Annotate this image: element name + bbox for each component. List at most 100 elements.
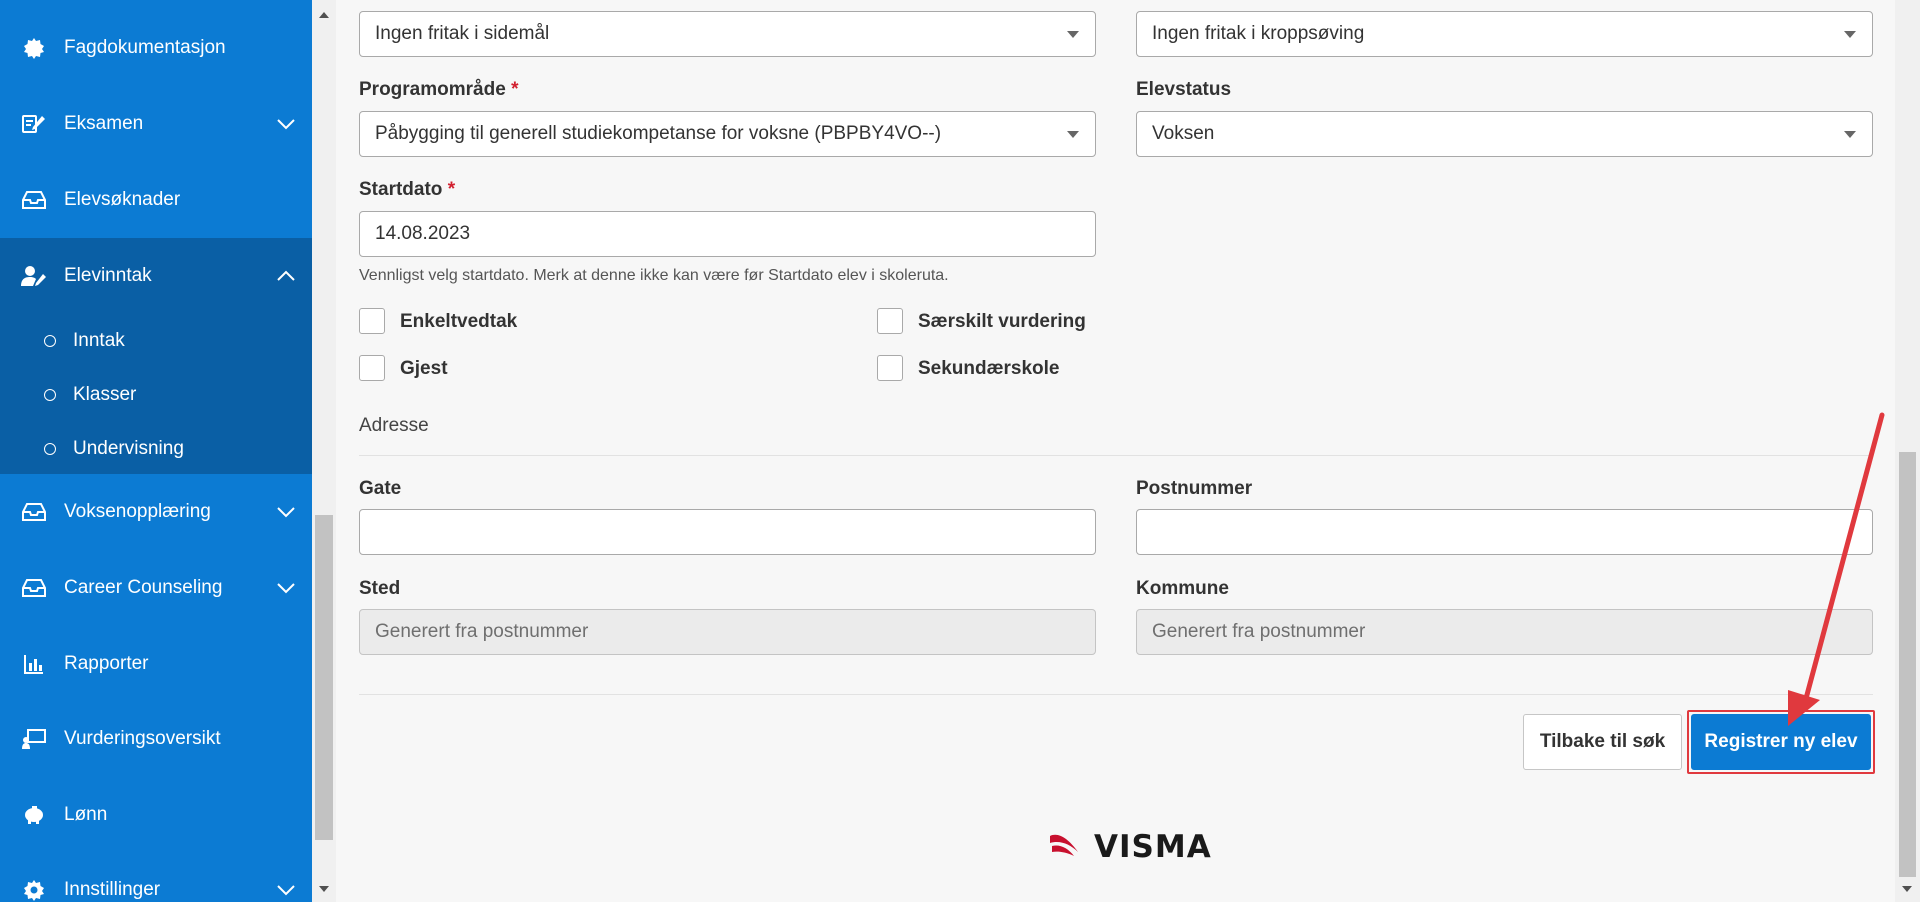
sidebar-subitem-klasser[interactable]: Klasser: [0, 368, 312, 422]
sekundaerskole-checkbox[interactable]: [877, 355, 903, 381]
sidebar: Fagdokumentasjon Eksamen Elevsøknader El…: [0, 0, 312, 902]
presentation-icon: [21, 726, 47, 752]
gate-input[interactable]: [359, 509, 1096, 555]
caret-down-icon: [1844, 31, 1856, 38]
chevron-up-icon: [274, 264, 298, 288]
section-divider: [359, 455, 1873, 456]
select-value: Ingen fritak i kroppsøving: [1152, 23, 1365, 44]
sidebar-item-label: Eksamen: [64, 113, 144, 134]
adresse-section-title: Adresse: [359, 415, 429, 436]
gjest-label[interactable]: Gjest: [400, 358, 448, 380]
main-content: Ingen fritak i sidemål Ingen fritak i kr…: [336, 0, 1895, 902]
saerskilt-vurdering-checkbox[interactable]: [877, 308, 903, 334]
startdato-input[interactable]: 14.08.2023: [359, 211, 1096, 257]
sidebar-scrollbar-thumb[interactable]: [315, 515, 333, 840]
caret-down-icon: [1844, 131, 1856, 138]
visma-wordmark: VISMA: [1094, 829, 1212, 865]
sekundaerskole-label[interactable]: Sekundærskole: [918, 358, 1060, 380]
settings-icon: [21, 877, 47, 902]
circle-icon: [44, 389, 56, 401]
required-marker: *: [447, 179, 456, 200]
programomrade-label-text: Programområde: [359, 79, 506, 100]
circle-icon: [44, 335, 56, 347]
sidebar-item-label: Career Counseling: [64, 577, 223, 598]
caret-down-icon: [1067, 31, 1079, 38]
scroll-up-arrow-icon[interactable]: [312, 2, 336, 26]
input-placeholder: Generert fra postnummer: [375, 621, 589, 642]
sidebar-item-fagdokumentasjon[interactable]: Fagdokumentasjon: [0, 10, 312, 86]
edit-icon: [21, 111, 47, 137]
inbox-icon: [21, 499, 47, 525]
sted-label: Sted: [359, 578, 401, 599]
startdato-label: Startdato *: [359, 179, 455, 201]
enkeltvedtak-checkbox[interactable]: [359, 308, 385, 334]
programomrade-select[interactable]: Påbygging til generell studiekompetanse …: [359, 111, 1096, 157]
sidebar-item-label: Innstillinger: [64, 879, 161, 900]
circle-icon: [44, 443, 56, 455]
sidebar-item-innstillinger[interactable]: Innstillinger: [0, 852, 312, 902]
sidebar-item-lonn[interactable]: Lønn: [0, 777, 312, 853]
inbox-icon: [21, 187, 47, 213]
sidebar-scrollbar[interactable]: [312, 0, 336, 902]
sidebar-group-elevinntak: Elevinntak Inntak Klasser Undervisning: [0, 238, 312, 474]
chevron-down-icon: [274, 576, 298, 600]
page-scrollbar-thumb[interactable]: [1899, 452, 1916, 877]
sidebar-subitem-label: Klasser: [73, 384, 137, 405]
postnummer-input[interactable]: [1136, 509, 1873, 555]
actions-divider: [359, 694, 1873, 695]
fritak-sidemal-select[interactable]: Ingen fritak i sidemål: [359, 11, 1096, 57]
sidebar-subitem-label: Undervisning: [73, 438, 184, 459]
sidebar-item-label: Vurderingsoversikt: [64, 728, 221, 749]
sidebar-item-label: Elevinntak: [64, 265, 152, 286]
fritak-kroppsoving-select[interactable]: Ingen fritak i kroppsøving: [1136, 11, 1873, 57]
sidebar-item-label: Voksenopplæring: [64, 501, 211, 522]
programomrade-label: Programområde *: [359, 79, 518, 101]
elevstatus-label: Elevstatus: [1136, 79, 1232, 100]
sidebar-item-elevinntak[interactable]: Elevinntak: [0, 238, 312, 314]
enkeltvedtak-label[interactable]: Enkeltvedtak: [400, 311, 517, 333]
caret-down-icon: [1067, 131, 1079, 138]
inbox-icon: [21, 575, 47, 601]
sted-input: Generert fra postnummer: [359, 609, 1096, 655]
visma-mark-icon: [1048, 830, 1088, 865]
visma-logo: VISMA: [1048, 829, 1212, 865]
piggy-bank-icon: [21, 802, 47, 828]
sidebar-item-rapporter[interactable]: Rapporter: [0, 626, 312, 702]
sidebar-item-voksenopplaering[interactable]: Voksenopplæring: [0, 474, 312, 550]
user-edit-icon: [21, 263, 47, 289]
page-scrollbar[interactable]: [1895, 0, 1920, 902]
gear-badge-icon: [21, 35, 47, 61]
required-marker: *: [511, 79, 519, 100]
sidebar-item-label: Rapporter: [64, 653, 149, 674]
saerskilt-vurdering-label[interactable]: Særskilt vurdering: [918, 311, 1086, 333]
sidebar-item-elevsoknader[interactable]: Elevsøknader: [0, 162, 312, 238]
chevron-down-icon: [274, 112, 298, 136]
sidebar-item-label: Elevsøknader: [64, 189, 181, 210]
sidebar-item-career-counseling[interactable]: Career Counseling: [0, 550, 312, 626]
scroll-down-arrow-icon[interactable]: [312, 878, 336, 902]
kommune-label: Kommune: [1136, 578, 1229, 599]
sidebar-subitem-undervisning[interactable]: Undervisning: [0, 422, 312, 476]
gate-label: Gate: [359, 478, 402, 499]
chevron-down-icon: [274, 500, 298, 524]
input-placeholder: Generert fra postnummer: [1152, 621, 1366, 642]
elevstatus-select[interactable]: Voksen: [1136, 111, 1873, 157]
chevron-down-icon: [274, 878, 298, 902]
gjest-checkbox[interactable]: [359, 355, 385, 381]
scroll-down-arrow-icon[interactable]: [1895, 878, 1919, 902]
startdato-help-text: Vennligst velg startdato. Merk at denne …: [359, 267, 949, 284]
sidebar-item-label: Lønn: [64, 804, 108, 825]
sidebar-subitem-inntak[interactable]: Inntak: [0, 314, 312, 368]
select-value: Påbygging til generell studiekompetanse …: [375, 123, 942, 144]
sidebar-item-label: Fagdokumentasjon: [64, 37, 226, 58]
back-to-search-button[interactable]: Tilbake til søk: [1523, 714, 1682, 770]
startdato-label-text: Startdato: [359, 179, 443, 200]
select-value: Ingen fritak i sidemål: [375, 23, 550, 44]
sidebar-item-vurderingsoversikt[interactable]: Vurderingsoversikt: [0, 701, 312, 777]
bar-chart-icon: [21, 651, 47, 677]
sidebar-item-eksamen[interactable]: Eksamen: [0, 86, 312, 162]
select-value: Voksen: [1152, 123, 1215, 144]
register-new-student-button[interactable]: Registrer ny elev: [1691, 714, 1871, 770]
input-value: 14.08.2023: [375, 223, 471, 244]
postnummer-label: Postnummer: [1136, 478, 1253, 499]
